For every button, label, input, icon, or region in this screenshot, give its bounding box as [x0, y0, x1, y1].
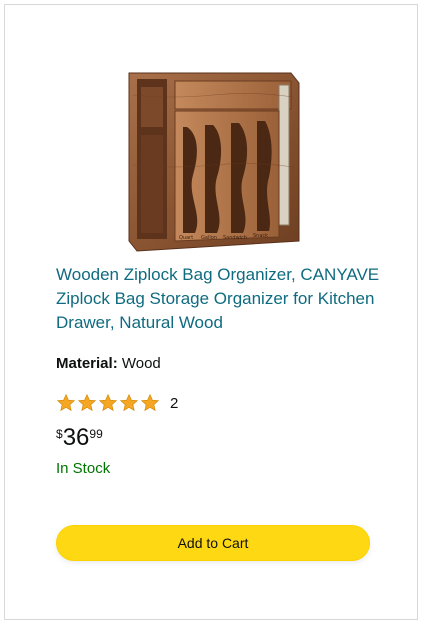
organizer-illustration: Quart Gallon Sandwich Snack [128, 72, 300, 252]
star-icon [56, 393, 76, 412]
add-to-cart-button[interactable]: Add to Cart [56, 525, 370, 561]
product-title-link[interactable]: Wooden Ziplock Bag Organizer, CANYAVE Zi… [56, 263, 386, 335]
slot-label: Gallon [201, 235, 217, 241]
star-icon [77, 393, 97, 412]
material-attribute: Material: Wood [56, 355, 161, 372]
product-image[interactable]: Quart Gallon Sandwich Snack [113, 65, 313, 259]
slot-label: Quart [179, 235, 193, 241]
rating[interactable]: 2 [56, 391, 178, 415]
price-symbol: $ [56, 427, 63, 441]
slot-label: Snack [253, 233, 268, 239]
star-icon [119, 393, 139, 412]
price: $ 36 99 [56, 423, 103, 453]
slot-label: Sandwich [223, 235, 247, 241]
material-value: Wood [121, 355, 161, 372]
star-icon [98, 393, 118, 412]
star-icon [140, 393, 160, 412]
star-rating[interactable] [56, 393, 160, 413]
rating-count-link[interactable]: 2 [170, 395, 178, 412]
stock-status: In Stock [56, 460, 111, 477]
price-fraction: 99 [89, 427, 103, 441]
material-label: Material: [56, 355, 118, 372]
product-card: Quart Gallon Sandwich Snack Wooden Ziplo… [4, 4, 418, 620]
price-whole: 36 [62, 424, 90, 451]
